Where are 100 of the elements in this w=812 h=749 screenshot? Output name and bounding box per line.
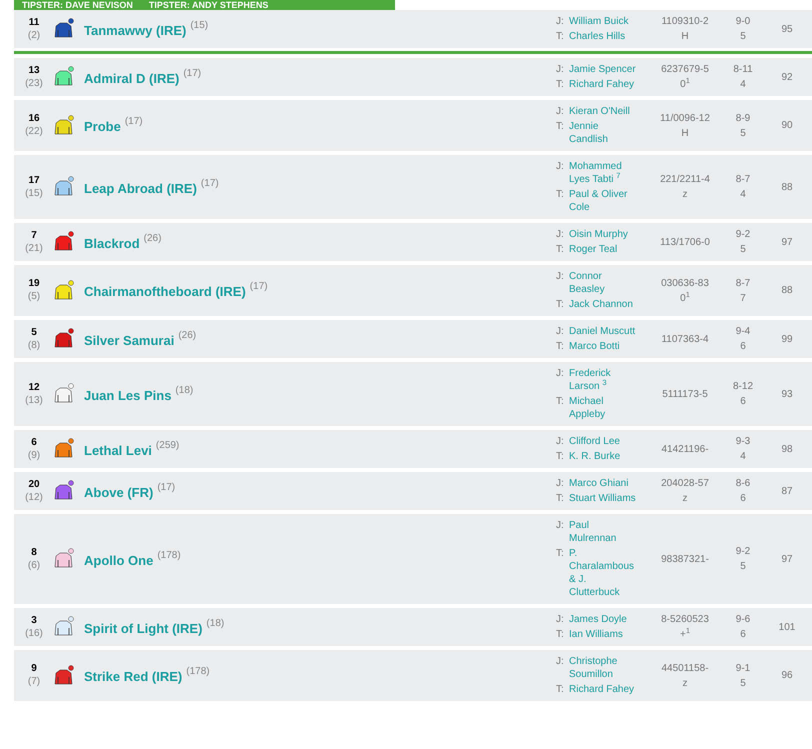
horse-name-link[interactable]: Silver Samurai [84, 330, 174, 350]
jockey-link[interactable]: Clifford Lee [569, 435, 639, 448]
jockey-link[interactable]: Marco Ghiani [569, 477, 639, 490]
runner-row[interactable]: 19 (5) Chairmanoftheboard (IRE) (17) J: Connor Beasley T: Jack Channon 030636-83 0$^{1}$ 8-7 7 88 [14, 265, 812, 316]
trainer-link[interactable]: Jack Channon [569, 298, 639, 311]
trainer-link[interactable]: Michael Appleby [569, 395, 639, 421]
age-value: 6 [740, 492, 746, 506]
form-figures: 0$^{1}$ [680, 77, 690, 92]
runner-number: 9 [31, 662, 37, 675]
runner-row[interactable]: 20 (12) Above (FR) (17) J: Marco Ghiani T: Stuart Williams 204028-57 z 8-6 6 87 [14, 472, 812, 510]
horse-name-link[interactable]: Blackrod [84, 234, 140, 254]
form-figures: 98387321- [661, 552, 709, 566]
trainer-link[interactable]: Marco Botti [569, 340, 639, 353]
jockey-label: J: [556, 15, 565, 28]
official-rating: 99 [781, 332, 793, 346]
weight-value: 9-2 [736, 545, 750, 559]
form-figures: 113/1706-0 [660, 236, 710, 250]
runner-row[interactable]: 17 (15) Leap Abroad (IRE) (17) J: Mohammed Lyes Tabti $^{7}$ T: Paul & Oliver Cole 221/2211-4 z 8-7 4 88 [14, 155, 812, 219]
trainer-label: T: [556, 120, 565, 134]
horse-name-link[interactable]: Leap Abroad (IRE) [84, 178, 197, 198]
runner-row[interactable]: 12 (13) Juan Les Pins (18) J: Frederick Larson $^{3}$ T: Michael Appleby 5111173-5 8-12 6 93 [14, 362, 812, 426]
trainer-link[interactable]: K. R. Burke [569, 450, 639, 463]
jockey-link[interactable]: Mohammed Lyes Tabti $^{7}$ [569, 160, 639, 186]
jockey-label: J: [556, 63, 565, 76]
runner-row[interactable]: 5 (8) Silver Samurai (26) J: Daniel Muscutt T: Marco Botti 1107363-4 9-4 6 99 [14, 320, 812, 358]
stall-draw: (21) [25, 242, 43, 256]
trainer-link[interactable]: Roger Teal [569, 243, 639, 256]
age-value: 5 [740, 243, 746, 257]
trainer-link[interactable]: Jennie Candlish [569, 120, 639, 146]
jockey-link[interactable]: William Buick [569, 15, 639, 28]
jockey-link[interactable]: Connor Beasley [569, 270, 639, 296]
age-value: 4 [740, 188, 746, 202]
horse-name-link[interactable]: Apollo One [84, 550, 154, 570]
weight-value: 9-2 [736, 228, 750, 242]
jockey-link[interactable]: Paul Mulrennan [569, 519, 639, 545]
age-value: 7 [740, 292, 746, 306]
horse-name-link[interactable]: Probe [84, 117, 121, 137]
jockey-link[interactable]: Christophe Soumillon [569, 655, 639, 681]
jockey-label: J: [556, 613, 565, 626]
trainer-link[interactable]: Paul & Oliver Cole [569, 188, 639, 214]
tipster-label: TIPSTER: DAVE NEVISON [22, 0, 133, 10]
horse-name-link[interactable]: Admiral D (IRE) [84, 68, 180, 88]
horse-name-link[interactable]: Spirit of Light (IRE) [84, 618, 202, 638]
stall-draw: (12) [25, 490, 43, 504]
jockey-link[interactable]: Frederick Larson $^{3}$ [569, 367, 639, 393]
weight-value: 9-4 [736, 325, 750, 339]
runner-row[interactable]: 16 (22) Probe (17) J: Kieran O'Neill T: Jennie Candlish 11/0096-12 H 8-9 5 90 [14, 100, 812, 151]
weight-value: 8-6 [736, 477, 750, 491]
horse-name-link[interactable]: Chairmanoftheboard (IRE) [84, 282, 246, 302]
horse-name-link[interactable]: Juan Les Pins [84, 386, 172, 406]
horse-name-link[interactable]: Tanmawwy (IRE) [84, 20, 186, 40]
trainer-label: T: [556, 30, 565, 43]
horse-name-link[interactable]: Lethal Levi [84, 440, 152, 460]
trainer-label: T: [556, 78, 565, 91]
official-rating: 95 [781, 22, 793, 36]
horse-name-link[interactable]: Strike Red (IRE) [84, 667, 182, 687]
trainer-label: T: [556, 492, 565, 505]
trainer-link[interactable]: Stuart Williams [569, 492, 639, 505]
jockey-label: J: [556, 228, 565, 241]
official-rating: 90 [781, 119, 793, 133]
trainer-label: T: [556, 395, 565, 409]
runner-row[interactable]: 13 (23) Admiral D (IRE) (17) J: Jamie Spencer T: Richard Fahey 6237679-5 0$^{1}$ 8-11 4 92 [14, 58, 812, 96]
stall-draw: (8) [28, 338, 40, 352]
official-rating: 97 [781, 236, 793, 250]
form-figures: z [682, 188, 688, 202]
jockey-link[interactable]: Oisin Murphy [569, 228, 639, 241]
days-since-run: (18) [206, 616, 224, 631]
runner-row[interactable]: 9 (7) Strike Red (IRE) (178) J: Christophe Soumillon T: Richard Fahey 44501158- z 9-1 5 96 [14, 650, 812, 701]
form-figures: 11/0096-12 [660, 112, 710, 126]
trainer-label: T: [556, 188, 565, 202]
runner-row[interactable]: 8 (6) Apollo One (178) J: Paul Mulrennan T: P. Charalambous & J. Clutterbuck 98387321- 9-2 5 97 [14, 514, 812, 604]
trainer-label: T: [556, 298, 565, 311]
age-value: 4 [740, 450, 746, 464]
jockey-link[interactable]: James Doyle [569, 613, 639, 626]
jockey-link[interactable]: Jamie Spencer [569, 63, 639, 76]
form-figures: 8-5260523 [661, 613, 709, 627]
stall-draw: (23) [25, 76, 43, 90]
runner-row[interactable]: 7 (21) Blackrod (26) J: Oisin Murphy T: Roger Teal 113/1706-0 9-2 5 97 [14, 223, 812, 261]
weight-value: 8-12 [732, 380, 753, 394]
age-value: 5 [740, 676, 746, 690]
runner-row[interactable]: 11 (2) Tanmawwy (IRE) (15) J: William Buick T: Charles Hills 1109310-2 H 9-0 5 95 [14, 10, 812, 48]
runner-row[interactable]: 6 (9) Lethal Levi (259) J: Clifford Lee T: K. R. Burke 41421196- 9-3 4 98 [14, 430, 812, 468]
trainer-link[interactable]: Ian Williams [569, 628, 639, 641]
runner-row[interactable]: 3 (16) Spirit of Light (IRE) (18) J: James Doyle T: Ian Williams 8-5260523 +$^{1}$ 9-6 6 101 [14, 608, 812, 646]
stall-draw: (22) [25, 125, 43, 139]
days-since-run: (17) [157, 480, 176, 495]
weight-value: 8-7 [736, 276, 750, 290]
trainer-link[interactable]: P. Charalambous & J. Clutterbuck [569, 547, 639, 599]
trainer-link[interactable]: Richard Fahey [569, 683, 639, 696]
official-rating: 97 [781, 552, 793, 566]
jockey-link[interactable]: Kieran O'Neill [569, 105, 639, 118]
horse-name-link[interactable]: Above (FR) [84, 482, 154, 502]
trainer-link[interactable]: Charles Hills [569, 30, 639, 43]
stall-draw: (2) [28, 28, 40, 42]
jockey-link[interactable]: Daniel Muscutt [569, 325, 639, 338]
weight-value: 9-6 [736, 613, 750, 627]
jockey-label: J: [556, 160, 565, 174]
official-rating: 101 [778, 620, 796, 634]
tipster-label: TIPSTER: ANDY STEPHENS [148, 0, 268, 10]
trainer-link[interactable]: Richard Fahey [569, 78, 639, 91]
